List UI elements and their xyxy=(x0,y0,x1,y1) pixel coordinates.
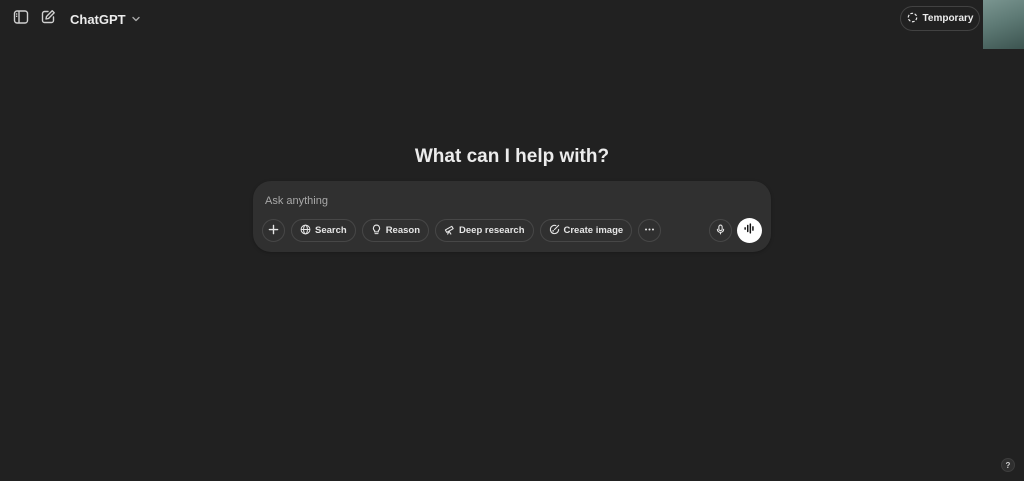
avatar[interactable] xyxy=(983,0,1024,49)
dictate-button[interactable] xyxy=(709,219,732,242)
search-button-label: Search xyxy=(315,225,347,236)
sidebar-toggle-button[interactable] xyxy=(8,6,34,32)
microphone-icon xyxy=(715,222,726,240)
voice-waveform-icon xyxy=(743,222,756,240)
composer: Search Reason Deep research xyxy=(253,181,771,252)
voice-mode-button[interactable] xyxy=(737,218,762,243)
page-title: What can I help with? xyxy=(414,146,610,167)
search-button[interactable]: Search xyxy=(291,219,356,242)
help-label: ? xyxy=(1005,460,1011,470)
plus-icon xyxy=(268,224,279,238)
composer-toolbar: Search Reason Deep research Create image xyxy=(262,219,662,242)
edit-icon xyxy=(40,9,56,30)
image-brush-icon xyxy=(549,224,560,238)
model-name: ChatGPT xyxy=(70,11,126,27)
new-chat-button[interactable] xyxy=(35,6,61,32)
temporary-label: Temporary xyxy=(922,13,974,24)
deep-research-button-label: Deep research xyxy=(459,225,525,236)
chevron-down-icon xyxy=(131,12,141,27)
sidebar-icon xyxy=(13,9,29,30)
globe-icon xyxy=(300,224,311,238)
more-horizontal-icon xyxy=(644,224,655,238)
temporary-chat-button[interactable]: Temporary xyxy=(900,6,980,31)
attach-button[interactable] xyxy=(262,219,285,242)
create-image-button-label: Create image xyxy=(563,225,624,236)
dashed-circle-icon xyxy=(907,12,918,26)
deep-research-button[interactable]: Deep research xyxy=(435,219,534,242)
telescope-icon xyxy=(444,224,455,238)
prompt-input[interactable] xyxy=(265,192,745,210)
lightbulb-icon xyxy=(371,224,382,238)
help-button[interactable]: ? xyxy=(1001,458,1015,472)
create-image-button[interactable]: Create image xyxy=(539,219,633,242)
more-tools-button[interactable] xyxy=(638,219,662,242)
reason-button[interactable]: Reason xyxy=(361,219,430,242)
model-switcher[interactable]: ChatGPT xyxy=(64,9,147,29)
reason-button-label: Reason xyxy=(385,225,421,236)
